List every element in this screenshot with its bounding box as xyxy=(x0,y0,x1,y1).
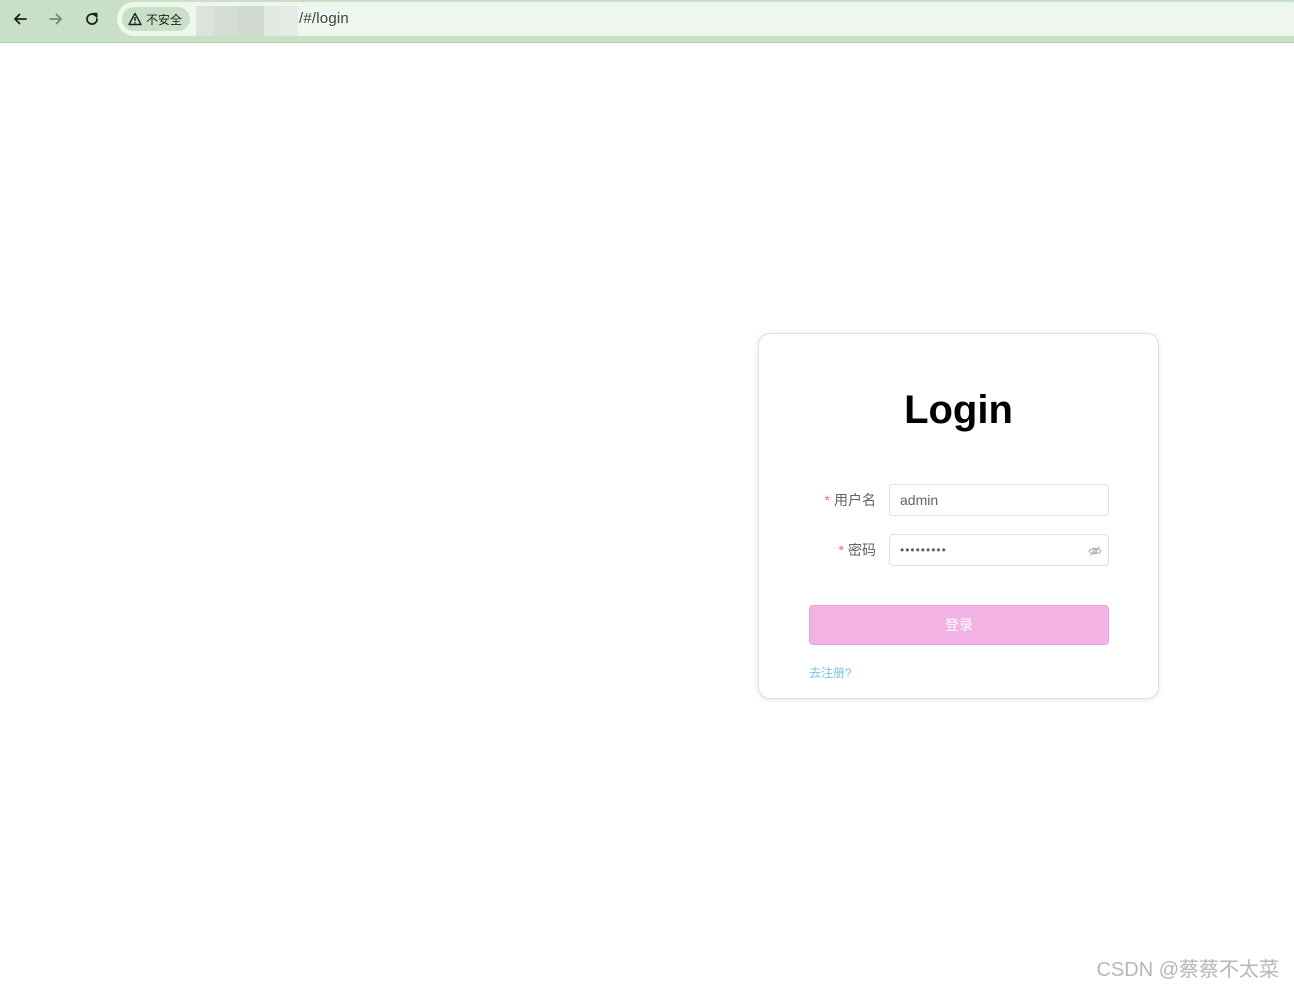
login-card: Login *用户名 *密码 登录 去注册? xyxy=(758,333,1159,699)
security-indicator[interactable]: 不安全 xyxy=(122,7,191,31)
username-input[interactable] xyxy=(890,485,1108,515)
forward-button[interactable] xyxy=(43,6,69,32)
username-label: 用户名 xyxy=(834,492,876,508)
reload-icon xyxy=(86,12,98,25)
password-input[interactable] xyxy=(890,535,1108,565)
username-row: * 用户名 xyxy=(759,484,1158,516)
register-link[interactable]: 去注册? xyxy=(809,664,852,681)
password-label-wrap: * 密码 xyxy=(839,534,876,566)
login-button[interactable]: 登录 xyxy=(809,605,1109,645)
blurred-hostname xyxy=(196,6,298,36)
required-mark: * xyxy=(838,542,844,558)
browser-toolbar: 不安全 /#/login xyxy=(0,0,1294,43)
reload-button[interactable] xyxy=(79,6,105,32)
required-mark: * xyxy=(824,492,830,508)
eye-hidden-icon[interactable] xyxy=(1088,544,1102,558)
username-label-wrap: * 用户名 xyxy=(825,484,876,516)
address-bar[interactable]: 不安全 /#/login xyxy=(117,2,1294,36)
warning-icon xyxy=(128,12,142,26)
login-title: Login xyxy=(904,388,1013,432)
arrow-right-icon xyxy=(49,13,62,25)
password-field[interactable] xyxy=(889,534,1109,566)
password-row: * 密码 xyxy=(759,534,1158,566)
url-path: /#/login xyxy=(299,10,349,27)
username-field[interactable] xyxy=(889,484,1109,516)
password-label: 密码 xyxy=(848,542,876,558)
security-label: 不安全 xyxy=(146,12,183,27)
watermark: CSDN @蔡蔡不太菜 xyxy=(1096,959,1279,981)
back-button[interactable] xyxy=(7,6,33,32)
arrow-left-icon xyxy=(14,13,27,25)
